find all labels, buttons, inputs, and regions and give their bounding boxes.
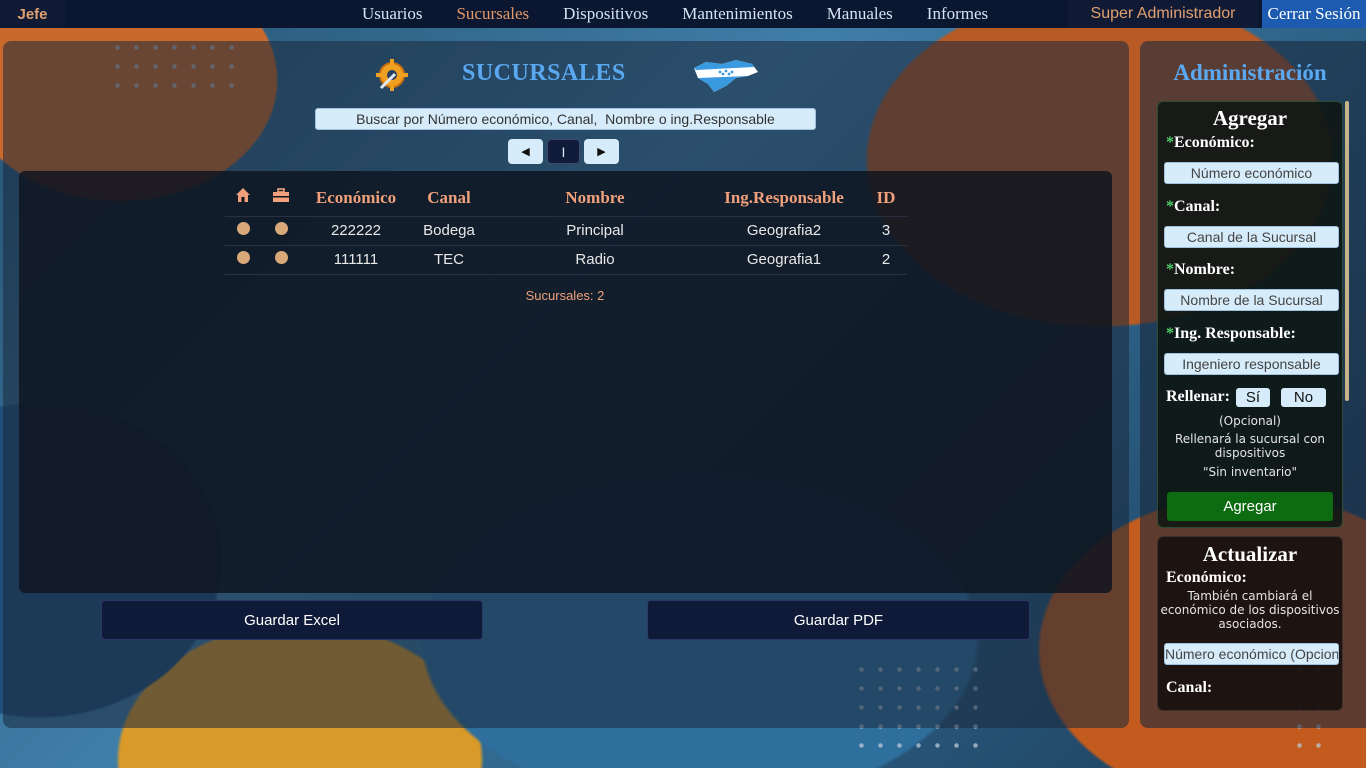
save-pdf-button[interactable]: Guardar PDF — [647, 600, 1030, 640]
devices-dot[interactable] — [261, 244, 301, 275]
status-dot[interactable] — [236, 251, 250, 264]
fill-quote: "Sin inventario" — [1202, 465, 1298, 479]
economico-label: *Económico: — [1166, 134, 1255, 151]
add-submit-button[interactable]: Agregar — [1167, 492, 1333, 521]
col-id[interactable]: ID — [865, 180, 907, 216]
honduras-map-icon — [694, 60, 758, 92]
required-mark: * — [1166, 261, 1174, 278]
update-economico-note: También cambiará el económico de los dis… — [1160, 589, 1340, 631]
optional-note: (Opcional) — [1219, 414, 1281, 428]
required-mark: * — [1166, 198, 1174, 215]
logout-button[interactable]: Cerrar Sesión — [1262, 0, 1366, 28]
fill-yes-button[interactable]: Sí — [1236, 388, 1270, 407]
nav-item-manuales[interactable]: Manuales — [810, 0, 910, 28]
required-mark: * — [1166, 325, 1174, 342]
nav-item-dispositivos[interactable]: Dispositivos — [546, 0, 665, 28]
update-economico-label: Económico: — [1166, 569, 1247, 586]
nombre-label: *Nombre: — [1166, 261, 1236, 278]
search-input[interactable] — [315, 108, 816, 130]
brand-label: Jefe — [0, 0, 65, 28]
add-heading: Agregar — [1212, 106, 1288, 130]
update-heading: Actualizar — [1202, 542, 1298, 566]
toolbox-icon-header — [261, 180, 301, 216]
fill-no-button[interactable]: No — [1281, 388, 1326, 407]
col-economico[interactable]: Económico — [301, 180, 411, 216]
table-header-row: Económico Canal Nombre Ing.Responsable I… — [225, 180, 907, 216]
sucursales-table: Económico Canal Nombre Ing.Responsable I… — [225, 180, 907, 275]
required-mark: * — [1166, 134, 1174, 151]
cell-canal: TEC — [411, 244, 487, 275]
page-title: SUCURSALES — [462, 60, 626, 86]
status-dot[interactable] — [274, 222, 288, 235]
edit-dot[interactable] — [225, 215, 261, 245]
cell-id: 3 — [865, 215, 907, 245]
nav-item-usuarios[interactable]: Usuarios — [345, 0, 439, 28]
nombre-input[interactable] — [1164, 289, 1339, 311]
status-dot[interactable] — [236, 222, 250, 235]
canal-label: *Canal: — [1166, 198, 1221, 215]
cell-nombre: Radio — [487, 244, 703, 275]
main-nav: Usuarios Sucursales Dispositivos Manteni… — [345, 0, 1005, 28]
house-icon-header — [225, 180, 261, 216]
sidebar-scrollbar[interactable] — [1345, 101, 1349, 401]
col-nombre[interactable]: Nombre — [487, 180, 703, 216]
cell-responsable: Geografia1 — [703, 244, 865, 275]
nav-item-informes[interactable]: Informes — [910, 0, 1005, 28]
canal-input[interactable] — [1164, 226, 1339, 248]
nav-item-sucursales[interactable]: Sucursales — [439, 0, 546, 28]
toolbox-icon — [273, 188, 289, 203]
responsable-label: *Ing. Responsable: — [1166, 325, 1296, 342]
table-row[interactable]: 111111 TEC Radio Geografia1 2 — [225, 244, 907, 275]
col-responsable[interactable]: Ing.Responsable — [703, 180, 865, 216]
user-role-badge: Super Administrador — [1068, 0, 1258, 28]
table-row[interactable]: 222222 Bodega Principal Geografia2 3 — [225, 215, 907, 245]
devices-dot[interactable] — [261, 215, 301, 245]
record-count: Sucursales: 2 — [525, 288, 605, 303]
fill-note: Rellenará la sucursal con dispositivos — [1174, 432, 1326, 460]
nav-item-mantenimientos[interactable]: Mantenimientos — [665, 0, 809, 28]
economico-input[interactable] — [1164, 162, 1339, 184]
save-excel-button[interactable]: Guardar Excel — [101, 600, 483, 640]
rellenar-label: Rellenar: — [1166, 388, 1230, 405]
update-economico-input[interactable] — [1164, 643, 1339, 665]
edit-dot[interactable] — [225, 244, 261, 275]
status-dot[interactable] — [274, 251, 288, 264]
cell-responsable: Geografia2 — [703, 215, 865, 245]
cell-id: 2 — [865, 244, 907, 275]
cell-economico: 222222 — [301, 215, 411, 245]
next-page-button[interactable]: ▶ — [584, 139, 619, 164]
gear-wrench-icon — [376, 59, 408, 91]
update-canal-label: Canal: — [1166, 679, 1213, 696]
current-page-indicator: I — [547, 139, 580, 164]
responsable-input[interactable] — [1164, 353, 1339, 375]
cell-nombre: Principal — [487, 215, 703, 245]
cell-canal: Bodega — [411, 215, 487, 245]
col-canal[interactable]: Canal — [411, 180, 487, 216]
sidebar-title: Administración — [1173, 60, 1327, 85]
house-icon — [236, 188, 250, 203]
cell-economico: 111111 — [301, 244, 411, 275]
prev-page-button[interactable]: ◀ — [508, 139, 543, 164]
